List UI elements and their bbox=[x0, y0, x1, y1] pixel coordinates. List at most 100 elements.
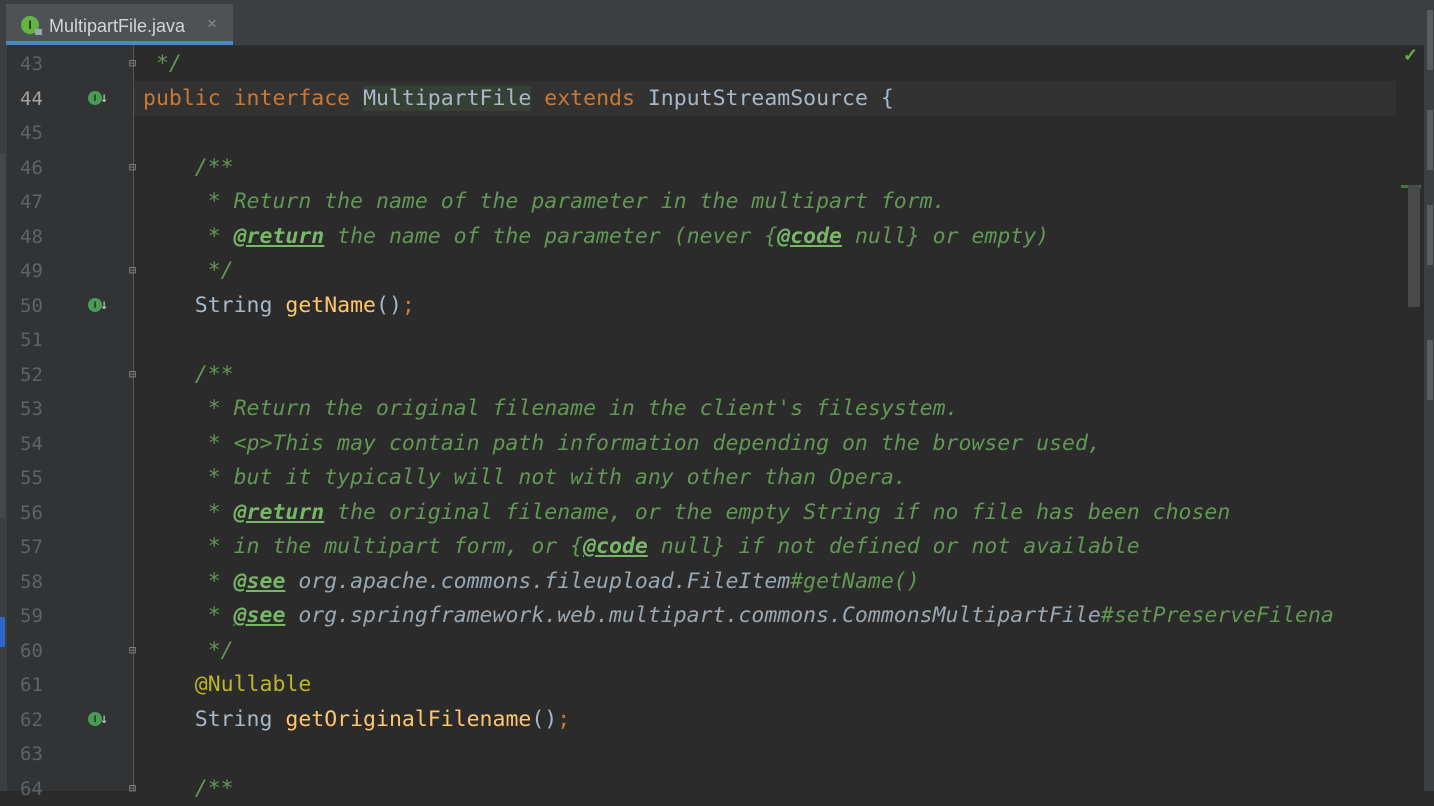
code-token: * bbox=[143, 499, 234, 525]
line-number[interactable]: 52 bbox=[20, 358, 60, 392]
gutter-separator bbox=[133, 45, 134, 791]
code-line[interactable]: * @see org.springframework.web.multipart… bbox=[143, 599, 1334, 633]
tool-window-button[interactable] bbox=[1427, 10, 1433, 70]
line-number[interactable]: 45 bbox=[20, 116, 60, 150]
code-token: /** bbox=[143, 154, 234, 180]
code-token: * Return the name of the parameter in th… bbox=[143, 189, 946, 214]
code-token: interface bbox=[233, 85, 364, 111]
tab-label: MultipartFile.java bbox=[49, 16, 186, 36]
code-token: public bbox=[143, 85, 234, 111]
line-number[interactable]: 61 bbox=[20, 668, 60, 702]
left-strip-selected-marker[interactable] bbox=[0, 617, 5, 647]
tool-window-button[interactable] bbox=[1427, 340, 1433, 400]
code-line[interactable]: * Return the original filename in the cl… bbox=[143, 392, 959, 426]
code-token: @code bbox=[583, 534, 648, 559]
code-token: #setPreserveFilena bbox=[1100, 603, 1334, 628]
code-token: * bbox=[143, 568, 234, 594]
code-token: null} or empty) bbox=[842, 223, 1050, 249]
code-token: String bbox=[143, 706, 286, 732]
line-number[interactable]: 51 bbox=[20, 323, 60, 357]
tool-window-button[interactable] bbox=[1427, 205, 1433, 265]
left-strip-marker bbox=[0, 153, 5, 518]
code-token: MultipartFile bbox=[363, 85, 532, 111]
code-token: @code bbox=[777, 223, 842, 249]
code-token: the original filename, or the empty Stri… bbox=[324, 499, 1231, 525]
line-number[interactable]: 47 bbox=[20, 185, 60, 219]
tool-window-button[interactable] bbox=[1427, 110, 1433, 170]
code-token: * Return the original filename in the cl… bbox=[143, 396, 959, 421]
code-token: () bbox=[376, 292, 402, 318]
code-token: * but it typically will not with any oth… bbox=[143, 465, 907, 490]
fold-marker-icon[interactable]: ⊟ bbox=[126, 367, 139, 381]
implemented-method-icon[interactable]: I ↓ bbox=[88, 89, 110, 109]
line-number[interactable]: 54 bbox=[20, 427, 60, 461]
fold-marker-icon[interactable]: ⊟ bbox=[126, 160, 139, 174]
fold-marker-icon[interactable]: ⊟ bbox=[126, 781, 139, 795]
line-number[interactable]: 60 bbox=[20, 634, 60, 668]
code-token: @see bbox=[233, 603, 286, 628]
line-number[interactable]: 49 bbox=[20, 254, 60, 288]
code-line[interactable]: /** bbox=[143, 151, 234, 185]
fold-marker-icon[interactable]: ⊟ bbox=[126, 264, 139, 277]
code-token: * bbox=[143, 223, 234, 249]
vertical-scrollbar-thumb[interactable] bbox=[1408, 185, 1420, 307]
line-number[interactable]: 62 bbox=[20, 703, 60, 737]
code-token: null} if not defined or not available bbox=[647, 534, 1140, 559]
code-token: () bbox=[531, 706, 558, 732]
code-line[interactable]: */ bbox=[143, 634, 234, 668]
code-token: getOriginalFilename bbox=[285, 706, 532, 732]
code-token: @return bbox=[233, 223, 325, 249]
code-line[interactable]: /** bbox=[143, 772, 234, 806]
fold-marker-icon[interactable]: ⊟ bbox=[126, 57, 139, 70]
code-line[interactable]: String getName(); bbox=[143, 289, 415, 323]
line-number[interactable]: 50 bbox=[20, 289, 60, 323]
code-token: the name of the parameter (never { bbox=[324, 223, 778, 249]
code-line[interactable]: */ bbox=[143, 47, 182, 81]
code-line[interactable]: * <p>This may contain path information d… bbox=[143, 427, 1101, 461]
line-number[interactable]: 55 bbox=[20, 461, 60, 495]
line-number[interactable]: 63 bbox=[20, 737, 60, 771]
line-number[interactable]: 43 bbox=[20, 47, 60, 81]
code-line[interactable]: String getOriginalFilename(); bbox=[143, 703, 570, 737]
code-token: String bbox=[143, 292, 286, 318]
code-line[interactable]: * in the multipart form, or {@code null}… bbox=[143, 530, 1140, 564]
code-token: * bbox=[143, 603, 234, 628]
line-number[interactable]: 44 bbox=[20, 82, 60, 116]
code-token: */ bbox=[143, 258, 234, 283]
code-token: /** bbox=[143, 775, 234, 801]
code-line[interactable]: @Nullable bbox=[143, 668, 312, 702]
left-tool-strip bbox=[0, 45, 7, 791]
code-token: InputStreamSource { bbox=[647, 85, 894, 111]
line-number[interactable]: 59 bbox=[20, 599, 60, 633]
code-token: @return bbox=[233, 499, 325, 525]
code-token: #getName() bbox=[790, 568, 920, 594]
code-line[interactable]: * Return the name of the parameter in th… bbox=[143, 185, 946, 219]
line-number[interactable]: 58 bbox=[20, 565, 60, 599]
fold-marker-icon[interactable]: ⊟ bbox=[126, 643, 139, 657]
readonly-lock-icon bbox=[35, 29, 42, 35]
line-number[interactable]: 56 bbox=[20, 496, 60, 530]
tab-multipartfile-java[interactable]: I MultipartFile.java × bbox=[6, 4, 233, 45]
code-token: ; bbox=[557, 706, 571, 732]
code-token: @see bbox=[233, 568, 286, 594]
line-number[interactable]: 64 bbox=[20, 772, 60, 806]
code-line[interactable]: * @see org.apache.commons.fileupload.Fil… bbox=[143, 565, 920, 599]
code-token: */ bbox=[143, 51, 182, 76]
code-line[interactable]: * @return the original filename, or the … bbox=[143, 496, 1231, 530]
line-number[interactable]: 57 bbox=[20, 530, 60, 564]
code-line[interactable]: * @return the name of the parameter (nev… bbox=[143, 220, 1049, 254]
implemented-method-icon[interactable]: I ↓ bbox=[88, 296, 110, 316]
line-number[interactable]: 46 bbox=[20, 151, 60, 185]
code-token: /** bbox=[143, 361, 234, 387]
line-number[interactable]: 48 bbox=[20, 220, 60, 254]
code-line[interactable]: /** bbox=[143, 358, 234, 392]
code-line[interactable]: * but it typically will not with any oth… bbox=[143, 461, 907, 495]
implemented-method-icon[interactable]: I ↓ bbox=[88, 710, 110, 730]
close-tab-icon[interactable]: × bbox=[207, 14, 217, 34]
line-number[interactable]: 53 bbox=[20, 392, 60, 426]
code-line[interactable]: */ bbox=[143, 254, 234, 288]
code-token: */ bbox=[143, 637, 234, 663]
code-token: extends bbox=[531, 85, 648, 111]
inspection-ok-icon[interactable]: ✓ bbox=[1403, 45, 1418, 66]
code-line[interactable]: public interface MultipartFile extends I… bbox=[143, 82, 894, 116]
